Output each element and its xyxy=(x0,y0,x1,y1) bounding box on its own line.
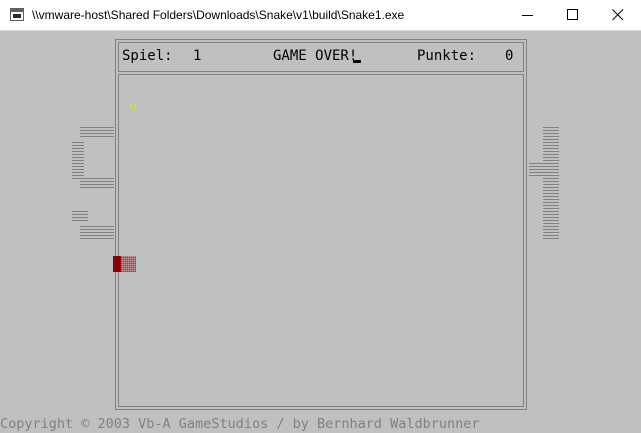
text-cursor xyxy=(353,60,361,63)
game-number-label: Spiel: xyxy=(122,48,173,64)
playfield xyxy=(118,74,524,407)
close-button[interactable] xyxy=(595,0,641,30)
console-area: Spiel: 1 GAME OVER! Punkte: 0 Copyright … xyxy=(0,31,641,433)
snake-body xyxy=(121,256,136,272)
score-value: 0 xyxy=(505,48,514,64)
food-pellet xyxy=(130,103,136,109)
game-number-value: 1 xyxy=(193,48,202,64)
snake-head xyxy=(113,256,121,272)
score-label: Punkte: xyxy=(417,48,477,64)
minimize-icon xyxy=(522,15,533,16)
minimize-button[interactable] xyxy=(505,0,551,30)
copyright-text: Copyright © 2003 Vb-A GameStudios / by B… xyxy=(0,416,480,432)
window-titlebar[interactable]: \\vmware-host\Shared Folders\Downloads\S… xyxy=(0,0,641,31)
window-title: \\vmware-host\Shared Folders\Downloads\S… xyxy=(32,8,405,22)
left-score-digit xyxy=(72,127,114,239)
game-over-message: GAME OVER! xyxy=(273,48,358,64)
right-score-digit xyxy=(529,127,559,239)
console-app-icon xyxy=(10,8,24,21)
maximize-icon xyxy=(567,9,578,20)
maximize-button[interactable] xyxy=(550,0,596,30)
close-icon xyxy=(612,9,624,21)
